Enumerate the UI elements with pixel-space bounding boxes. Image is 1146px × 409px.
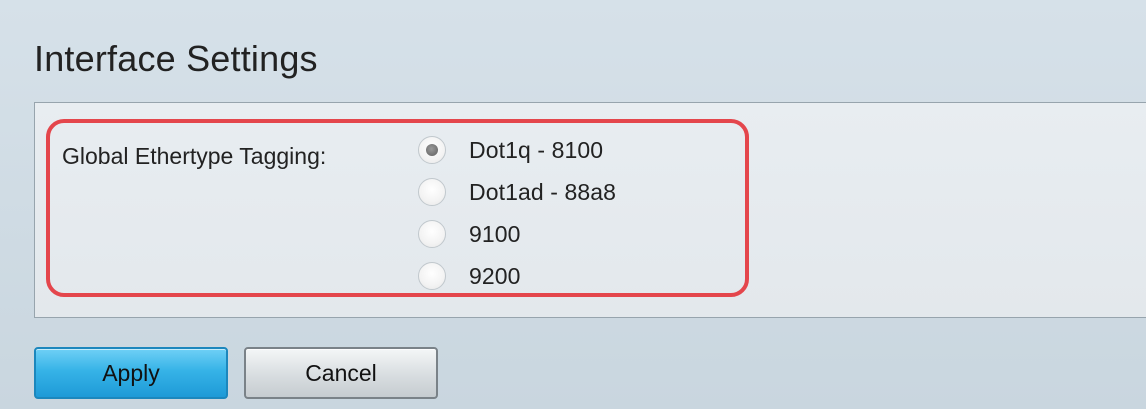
- radio-button-icon[interactable]: [418, 136, 446, 164]
- radio-option-dot1ad-88a8[interactable]: Dot1ad - 88a8: [418, 175, 616, 209]
- radio-button-icon[interactable]: [418, 220, 446, 248]
- radio-option-label: Dot1q - 8100: [469, 136, 604, 163]
- apply-button[interactable]: Apply: [34, 347, 228, 399]
- radio-option-label: 9100: [469, 220, 521, 247]
- global-ethertype-tagging-label: Global Ethertype Tagging:: [62, 143, 327, 169]
- radio-option-9200[interactable]: 9200: [418, 259, 521, 293]
- radio-option-label: 9200: [469, 262, 521, 289]
- radio-option-9100[interactable]: 9100: [418, 217, 521, 251]
- radio-option-dot1q-8100[interactable]: Dot1q - 8100: [418, 133, 603, 167]
- radio-option-label: Dot1ad - 88a8: [469, 178, 617, 205]
- cancel-button[interactable]: Cancel: [244, 347, 438, 399]
- page-title: Interface Settings: [34, 38, 318, 79]
- radio-button-icon[interactable]: [418, 178, 446, 206]
- radio-button-icon[interactable]: [418, 262, 446, 290]
- radio-selected-dot-icon: [426, 144, 438, 156]
